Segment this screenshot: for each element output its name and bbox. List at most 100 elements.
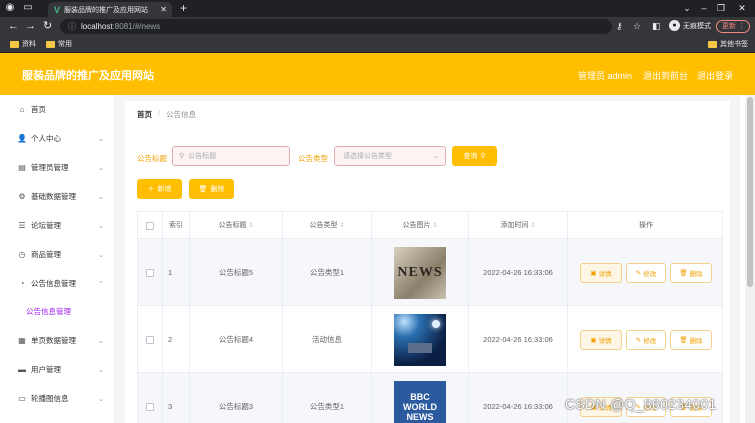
restore-icon[interactable]: ❐ [714,2,728,14]
sidebar-item-forum[interactable]: ☰ 论坛管理 ⌄ [0,211,115,240]
query-button[interactable]: 查询 ⚲ [452,146,497,166]
key-icon[interactable]: ⚷ [616,20,623,33]
sidebar-item-profile[interactable]: 👤 个人中心 ⌄ [0,124,115,153]
folder-icon [708,40,717,48]
delete-button[interactable]: 🗑 删除 [670,329,712,350]
bookmark-label: 资料 [22,41,36,48]
notice-image[interactable]: BBC WORLD NEWS [394,380,446,423]
detail-button[interactable]: ▣ 详情 [580,262,622,283]
incognito-indicator[interactable]: ● 无痕模式 [669,20,711,31]
tab-search-icon[interactable]: ▭ [22,2,34,14]
edit-button[interactable]: ✎ 修改 [626,329,666,350]
bookmark-star-icon[interactable]: ☆ [633,20,641,33]
browser-tabbar: ◉ ▭ V 服装品牌的推广及应用网站 ✕ + ⌄ – ❐ ✕ [0,0,755,17]
exit-to-frontend-link[interactable]: 退出到前台 [643,69,688,82]
delete-label: 删除 [689,270,703,278]
minimize-icon[interactable]: – [697,2,711,14]
forward-icon[interactable]: → [25,20,36,33]
sidebar-item-admins[interactable]: ▤ 管理员管理 ⌄ [0,153,115,182]
sidebar-item-home[interactable]: ⌂ 首页 [0,95,115,124]
sidebar-item-goods[interactable]: ◷ 商品管理 ⌄ [0,240,115,269]
notice-image[interactable]: NEWS [394,246,446,299]
row-index: 2 [163,306,190,373]
row-title: 公告标题5 [190,239,283,306]
sort-icon[interactable]: ⇕ [248,223,253,229]
row-checkbox[interactable] [146,402,154,411]
csdn-watermark: CSDN @Q_860234001 [565,396,717,412]
scrollbar-thumb[interactable] [747,97,753,287]
chrome-menu-icon[interactable]: ◉ [4,2,16,14]
sidebar-item-label: 论坛管理 [31,221,61,230]
type-select-placeholder: 请选择公告类型 [343,153,392,160]
chevron-down-icon: ⌄ [98,135,104,143]
breadcrumb-home[interactable]: 首页 [137,109,152,120]
bookmark-folder-1[interactable]: 资料 [10,39,36,49]
browser-tab[interactable]: V 服装品牌的推广及应用网站 ✕ [48,2,172,17]
chevron-down-icon: ⌄ [433,153,439,160]
row-checkbox[interactable] [146,335,154,344]
update-button[interactable]: 更新 ⋮ [716,20,750,33]
delete-label: 删除 [689,337,703,345]
main-area: 首页 / 公告信息 公告标题 ⚲ 公告标题 公告类型 请选择公告类型 ⌄ 查询 … [115,95,740,423]
url-field[interactable]: ⓘ localhost :8081/#/news [60,19,612,34]
bookmark-folder-2[interactable]: 常用 [46,39,72,49]
batch-delete-label: 删除 [210,186,225,193]
back-icon[interactable]: ← [8,20,19,33]
row-image-cell: BBC WORLD NEWS [372,373,469,423]
delete-button[interactable]: 🗑 删除 [670,262,712,283]
new-tab-icon[interactable]: + [180,1,187,15]
notice-image[interactable] [394,313,446,366]
add-button[interactable]: ＋ 新增 [137,179,182,199]
forum-icon: ☰ [18,221,26,230]
window-close-icon[interactable]: ✕ [735,2,749,14]
sidebar-item-singlepage[interactable]: ▦ 单页数据管理 ⌄ [0,326,115,355]
select-all-checkbox[interactable] [146,222,154,230]
row-checkbox[interactable] [146,268,154,277]
col-index: 索引 [163,212,190,240]
title-search-input[interactable]: ⚲ 公告标题 [172,146,290,166]
chevron-down-icon: ⌄ [98,395,104,403]
row-actions: ▣ 详情 ✎ 修改 🗑 删除 [568,239,724,306]
sort-icon[interactable]: ⇕ [339,223,344,229]
spotlight-icon [432,319,440,328]
edit-button[interactable]: ✎ 修改 [626,262,666,283]
sidebar-item-label: 个人中心 [31,134,61,143]
select-all-cell [138,212,163,240]
row-type: 公告类型1 [283,373,372,423]
sort-icon[interactable]: ⇕ [530,223,535,229]
sidepanel-icon[interactable]: ◧ [652,20,661,33]
type-select[interactable]: 请选择公告类型 ⌄ [334,146,446,166]
sidebar-item-label: 基础数据管理 [31,192,76,201]
row-index: 3 [163,373,190,423]
row-image-cell: NEWS [372,239,469,306]
col-title[interactable]: 公告标题 ⇕ [190,212,283,240]
sidebar-item-notices[interactable]: ◔ 公告信息管理 ⌃ [0,269,115,298]
row-type: 公告类型1 [283,239,372,306]
detail-icon: ▣ [590,336,597,344]
col-type[interactable]: 公告类型 ⇕ [283,212,372,240]
reload-icon[interactable]: ↻ [43,20,52,33]
sidebar-item-carousel[interactable]: ▭ 轮播图信息 ⌄ [0,384,115,413]
col-image[interactable]: 公告图片 ⇕ [372,212,469,240]
tab-close-icon[interactable]: ✕ [160,5,167,14]
detail-button[interactable]: ▣ 详情 [580,329,622,350]
col-image-label: 公告图片 [402,222,431,229]
row-image-cell [372,306,469,373]
sidebar-item-basedata[interactable]: ⚙ 基础数据管理 ⌄ [0,182,115,211]
other-bookmarks[interactable]: 其他书签 [708,39,748,49]
page-scrollbar[interactable] [745,95,755,423]
logout-link[interactable]: 退出登录 [697,69,733,82]
sidebar-item-users[interactable]: ▬ 用户管理 ⌄ [0,355,115,384]
chevron-down-icon: ⌄ [98,366,104,374]
sidebar-subitem-notice-manage[interactable]: 公告信息管理 [0,298,115,324]
sort-icon[interactable]: ⇕ [432,223,437,229]
site-info-icon[interactable]: ⓘ [68,21,76,32]
edit-icon: ✎ [635,269,642,277]
vue-favicon-icon: V [54,4,61,15]
other-bookmarks-label: 其他书签 [720,41,748,48]
admin-user-link[interactable]: 管理员 admin [578,69,632,82]
tab-list-icon[interactable]: ⌄ [680,2,694,14]
col-time[interactable]: 添加时间 ⇕ [469,212,568,240]
batch-delete-button[interactable]: 🗑 删除 [189,179,234,199]
row-select-cell [138,373,163,423]
